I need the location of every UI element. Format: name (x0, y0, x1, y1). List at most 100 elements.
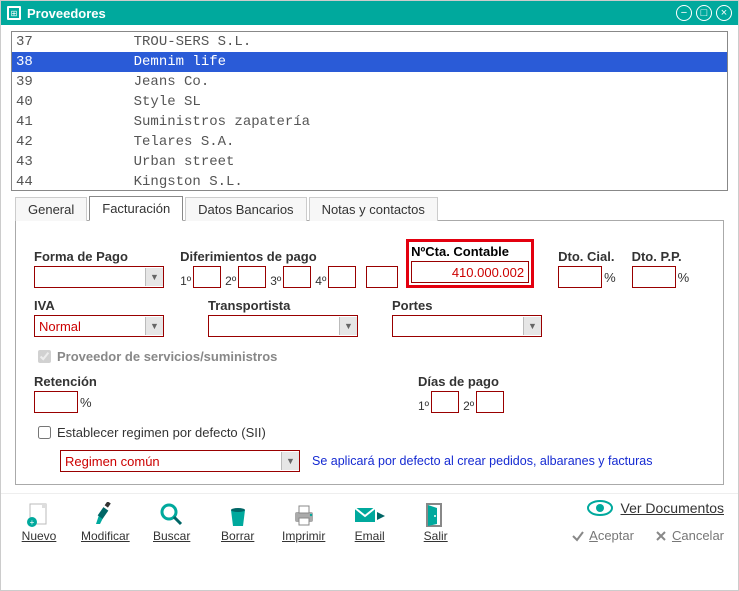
dias-pago-input-2[interactable] (476, 391, 504, 413)
email-label: Email (355, 529, 385, 543)
exit-icon (419, 501, 453, 529)
retencion-suffix: % (80, 395, 92, 410)
buscar-label: Buscar (153, 529, 190, 543)
suppliers-list[interactable]: 37 TROU-SERS S.L.38 Demnim life39 Jeans … (11, 31, 728, 191)
imprimir-label: Imprimir (282, 529, 325, 543)
sii-regimen-select[interactable]: Regimen común ▼ (60, 450, 300, 472)
window-title: Proveedores (27, 6, 106, 21)
salir-label: Salir (424, 529, 448, 543)
svg-text:+: + (30, 518, 35, 527)
eye-icon (587, 500, 613, 516)
dif-ord-4: 4º (315, 274, 326, 288)
trash-icon (221, 501, 255, 529)
tab-datos-bancarios[interactable]: Datos Bancarios (185, 197, 306, 221)
list-row[interactable]: 41 Suministros zapatería (12, 112, 727, 132)
chevron-down-icon[interactable]: ▼ (281, 452, 299, 470)
forma-pago-label: Forma de Pago (34, 249, 166, 264)
dias-pago-label: Días de pago (418, 374, 508, 389)
edit-icon (88, 501, 122, 529)
list-row[interactable]: 39 Jeans Co. (12, 72, 727, 92)
minimize-button[interactable]: − (676, 5, 692, 21)
modificar-button[interactable]: Modificar (81, 501, 130, 543)
titlebar: ⊞ Proveedores − □ × (1, 1, 738, 25)
dif-input-1[interactable] (193, 266, 221, 288)
list-row[interactable]: 43 Urban street (12, 152, 727, 172)
email-button[interactable]: Email (346, 501, 394, 543)
list-row[interactable]: 40 Style SL (12, 92, 727, 112)
dias-pago-ord-2: 2º (463, 399, 474, 413)
tab-facturación[interactable]: Facturación (89, 196, 183, 221)
dif-input-4[interactable] (328, 266, 356, 288)
diferimientos-label: Diferimientos de pago (180, 249, 390, 264)
check-icon (571, 529, 585, 543)
dto-cial-label: Dto. Cial. (558, 249, 617, 264)
buscar-button[interactable]: Buscar (148, 501, 196, 543)
list-row[interactable]: 37 TROU-SERS S.L. (12, 32, 727, 52)
forma-pago-select[interactable]: ▼ (34, 266, 164, 288)
iva-select[interactable]: Normal ▼ (34, 315, 164, 337)
chevron-down-icon[interactable]: ▼ (339, 317, 357, 335)
sii-checkbox[interactable] (38, 426, 51, 439)
dias-pago-ord-1: 1º (418, 399, 429, 413)
cta-contable-label: NºCta. Contable (411, 244, 529, 259)
dif-input-3[interactable] (283, 266, 311, 288)
dif-input-2[interactable] (238, 266, 266, 288)
tab-general[interactable]: General (15, 197, 87, 221)
transportista-label: Transportista (208, 298, 378, 313)
chevron-down-icon[interactable]: ▼ (523, 317, 541, 335)
new-icon: + (22, 501, 56, 529)
search-icon (155, 501, 189, 529)
email-icon (353, 501, 387, 529)
portes-label: Portes (392, 298, 562, 313)
dto-pp-suffix: % (678, 270, 690, 285)
list-row[interactable]: 38 Demnim life (12, 52, 727, 72)
app-icon: ⊞ (7, 6, 21, 20)
dif-ord-1: 1º (180, 274, 191, 288)
nuevo-label: Nuevo (22, 529, 57, 543)
svg-text:⊞: ⊞ (11, 9, 18, 18)
nuevo-button[interactable]: + Nuevo (15, 501, 63, 543)
chevron-down-icon[interactable]: ▼ (145, 317, 163, 335)
iva-label: IVA (34, 298, 194, 313)
sii-hint: Se aplicará por defecto al crear pedidos… (312, 454, 652, 468)
retencion-label: Retención (34, 374, 154, 389)
ver-documentos-label: Ver Documentos (621, 500, 725, 516)
close-button[interactable]: × (716, 5, 732, 21)
salir-button[interactable]: Salir (412, 501, 460, 543)
transportista-select[interactable]: ▼ (208, 315, 358, 337)
retencion-input[interactable] (34, 391, 78, 413)
list-row[interactable]: 44 Kingston S.L. (12, 172, 727, 191)
aceptar-button[interactable]: Aceptar (571, 528, 634, 543)
dto-pp-label: Dto. P.P. (632, 249, 691, 264)
dif-extra-input[interactable] (366, 266, 398, 288)
chevron-down-icon[interactable]: ▼ (145, 268, 163, 286)
maximize-button[interactable]: □ (696, 5, 712, 21)
tabs: GeneralFacturaciónDatos BancariosNotas y… (15, 195, 724, 220)
modificar-label: Modificar (81, 529, 130, 543)
x-icon (654, 529, 668, 543)
dto-cial-input[interactable] (558, 266, 602, 288)
dif-ord-2: 2º (225, 274, 236, 288)
dto-cial-suffix: % (604, 270, 616, 285)
dto-pp-input[interactable] (632, 266, 676, 288)
borrar-button[interactable]: Borrar (214, 501, 262, 543)
borrar-label: Borrar (221, 529, 254, 543)
cancelar-button[interactable]: Cancelar (654, 528, 724, 543)
portes-select[interactable]: ▼ (392, 315, 542, 337)
proveedor-servicios-label: Proveedor de servicios/suministros (57, 349, 277, 364)
proveedor-servicios-row: Proveedor de servicios/suministros (34, 347, 705, 366)
dif-ord-3: 3º (270, 274, 281, 288)
sii-regimen-value: Regimen común (65, 454, 160, 469)
imprimir-button[interactable]: Imprimir (280, 501, 328, 543)
list-row[interactable]: 42 Telares S.A. (12, 132, 727, 152)
proveedor-servicios-checkbox[interactable] (38, 350, 51, 363)
tab-notas-y-contactos[interactable]: Notas y contactos (309, 197, 438, 221)
aceptar-label: ceptar (598, 528, 634, 543)
dias-pago-input-1[interactable] (431, 391, 459, 413)
iva-value: Normal (39, 319, 81, 334)
tab-pane-facturacion: Forma de Pago ▼ Diferimientos de pago 1º… (15, 220, 724, 485)
print-icon (287, 501, 321, 529)
sii-check-label: Establecer regimen por defecto (SII) (57, 425, 266, 440)
ver-documentos-button[interactable]: Ver Documentos (587, 500, 725, 516)
cta-contable-input[interactable] (411, 261, 529, 283)
